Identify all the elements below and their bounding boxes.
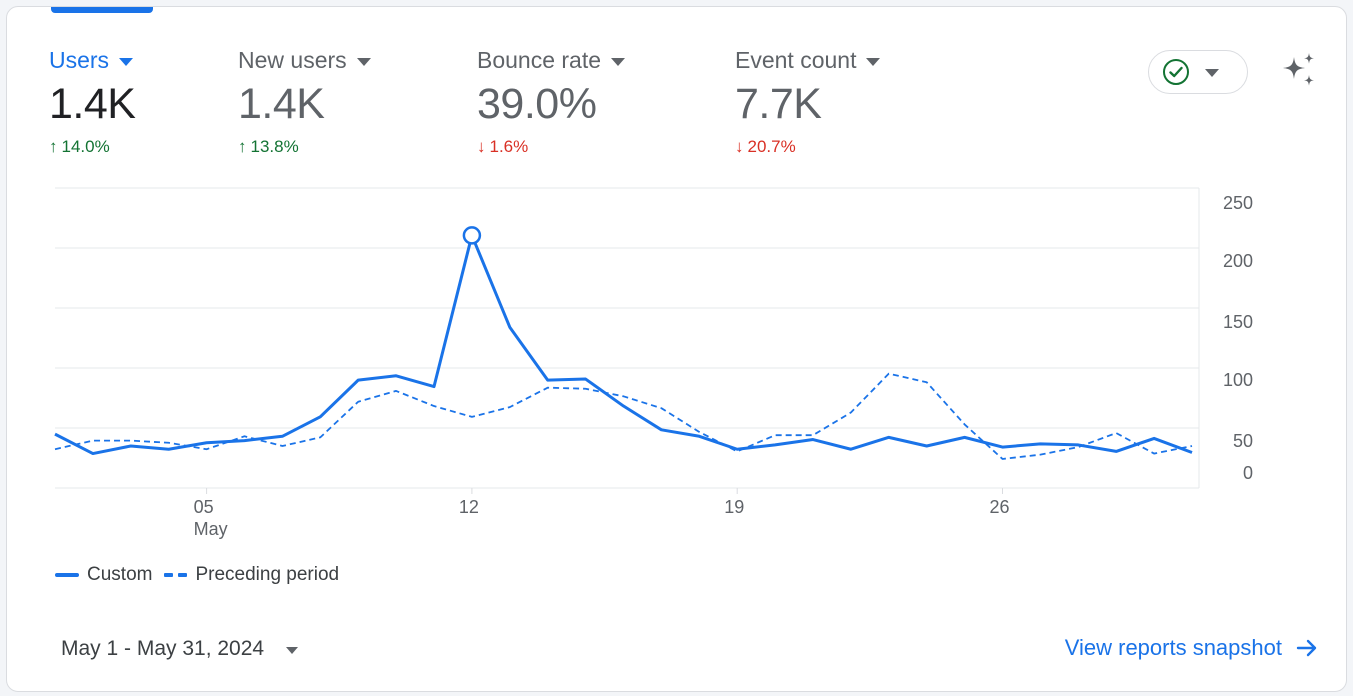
x-axis-ticks: 05May 12 19 26 [194, 488, 1010, 539]
y-tick-label: 100 [1223, 370, 1253, 390]
legend-label: Preceding period [195, 564, 340, 585]
x-tick-label: 05 [194, 497, 214, 517]
x-tick-label: 26 [990, 497, 1010, 517]
legend-item-preceding[interactable]: Preceding period [164, 564, 339, 586]
chart-legend: Custom Preceding period [55, 564, 339, 586]
y-tick-label: 50 [1233, 431, 1253, 451]
line-chart: 250 200 150 100 50 0 05May 12 19 26 [54, 187, 1253, 539]
series-line-solid [54, 233, 1193, 456]
x-tick-sublabel: May [194, 519, 228, 539]
y-tick-label: 200 [1223, 251, 1253, 271]
y-tick-label: 150 [1223, 312, 1253, 332]
date-range-label: May 1 - May 31, 2024 [61, 637, 265, 660]
view-reports-link[interactable]: View reports snapshot [1065, 635, 1318, 661]
legend-swatch-dashed [164, 573, 188, 577]
arrow-right-icon [1296, 639, 1317, 657]
legend-swatch-solid [55, 573, 79, 577]
legend-label: Custom [87, 564, 153, 585]
x-tick-label: 12 [459, 497, 479, 517]
y-axis-ticks: 250 200 150 100 50 0 [1223, 193, 1253, 483]
y-tick-label: 0 [1243, 463, 1253, 483]
date-range-selector[interactable]: May 1 - May 31, 2024 [61, 637, 299, 661]
highlight-point[interactable] [462, 226, 482, 245]
y-tick-label: 250 [1223, 193, 1253, 213]
overview-card: Users 1.4K ↑ 14.0% New users 1.4K ↑ 13.8… [6, 6, 1347, 692]
view-reports-label: View reports snapshot [1064, 635, 1282, 660]
legend-item-custom[interactable]: Custom [55, 564, 152, 586]
chevron-down-icon [286, 646, 299, 654]
chart-series [54, 226, 1193, 460]
x-tick-label: 19 [724, 497, 744, 517]
